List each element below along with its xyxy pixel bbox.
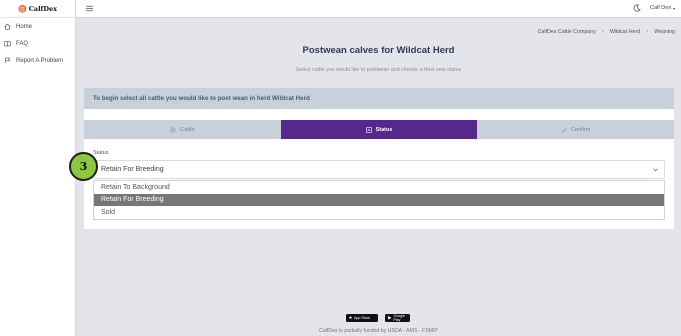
sidebar: ♉ CalfDex Home FAQ Report A Problem — [0, 0, 76, 336]
google-play-badge[interactable]: ▶ Google Play — [385, 314, 410, 322]
breadcrumb-item-current: Weaning — [654, 29, 675, 35]
sidebar-item-label: Report A Problem — [16, 57, 64, 64]
chevron-down-icon — [653, 168, 658, 172]
option-retain-to-background[interactable]: Retain To Background — [94, 181, 664, 194]
postwean-card: To begin select all cattle you would lik… — [69, 88, 675, 229]
check-icon — [561, 127, 567, 132]
dark-mode-toggle-icon[interactable] — [633, 4, 641, 12]
app-store-label: App Store — [354, 316, 371, 320]
footer-funding-text: CalfDex is partially funded by USDA - AM… — [319, 328, 438, 334]
step-label: Confirm — [571, 126, 591, 133]
step-number-badge: 3 — [69, 152, 98, 181]
status-field-label: Status — [93, 150, 109, 156]
status-select-value: Retain For Breeding — [101, 166, 164, 173]
step-confirm[interactable]: Confirm — [477, 120, 675, 139]
hamburger-menu-icon[interactable] — [85, 4, 94, 13]
chevron-right-icon: › — [646, 29, 649, 35]
status-options-list: Retain To Background Retain For Breeding… — [93, 180, 665, 220]
option-sold[interactable]: Sold — [94, 206, 664, 219]
breadcrumb-item-herd[interactable]: Wildcat Herd — [610, 29, 640, 35]
app-store-badge[interactable]: ● App Store — [346, 314, 378, 322]
step-cattle[interactable]: Cattle — [84, 120, 281, 139]
sidebar-item-home[interactable]: Home — [0, 18, 75, 35]
option-retain-for-breeding[interactable]: Retain For Breeding — [94, 193, 664, 206]
page-subtitle: Select cattle you would like to postwean… — [295, 67, 462, 73]
app-logo[interactable]: ♉ CalfDex — [0, 0, 75, 18]
play-icon: ▶ — [388, 315, 392, 320]
step-status[interactable]: Status — [280, 120, 478, 139]
report-icon — [5, 57, 11, 64]
user-name: Calf Dex — [650, 5, 672, 11]
home-icon — [4, 23, 11, 30]
chevron-down-icon: ▾ — [673, 5, 676, 11]
status-select[interactable]: Retain For Breeding — [93, 160, 665, 179]
user-menu[interactable]: Calf Dex ▾ — [650, 5, 675, 11]
top-bar: Calf Dex ▾ — [76, 0, 681, 18]
sidebar-item-label: FAQ — [16, 40, 29, 47]
chevron-right-icon: › — [601, 29, 604, 35]
breadcrumb: CalfDex Cattle Company › Wildcat Herd › … — [538, 29, 675, 35]
calf-logo-icon: ♉ — [17, 4, 27, 13]
sidebar-item-report-a-problem[interactable]: Report A Problem — [0, 52, 75, 69]
logo-text: CalfDex — [28, 4, 58, 13]
page-title: Postwean calves for Wildcat Herd — [302, 45, 455, 56]
status-icon — [365, 126, 372, 133]
stepper: Cattle Status Confirm — [84, 120, 675, 139]
breadcrumb-item-company[interactable]: CalfDex Cattle Company — [538, 29, 596, 35]
book-icon — [4, 41, 11, 47]
store-badges: ● App Store ▶ Google Play — [346, 314, 410, 322]
card-header: To begin select all cattle you would lik… — [84, 88, 674, 109]
sidebar-item-label: Home — [16, 23, 33, 30]
cow-icon — [170, 127, 176, 132]
step-label: Status — [375, 126, 393, 133]
google-play-label: Google Play — [393, 314, 406, 322]
step-label: Cattle — [180, 126, 195, 133]
sidebar-item-faq[interactable]: FAQ — [0, 35, 75, 52]
apple-icon: ● — [349, 315, 353, 321]
